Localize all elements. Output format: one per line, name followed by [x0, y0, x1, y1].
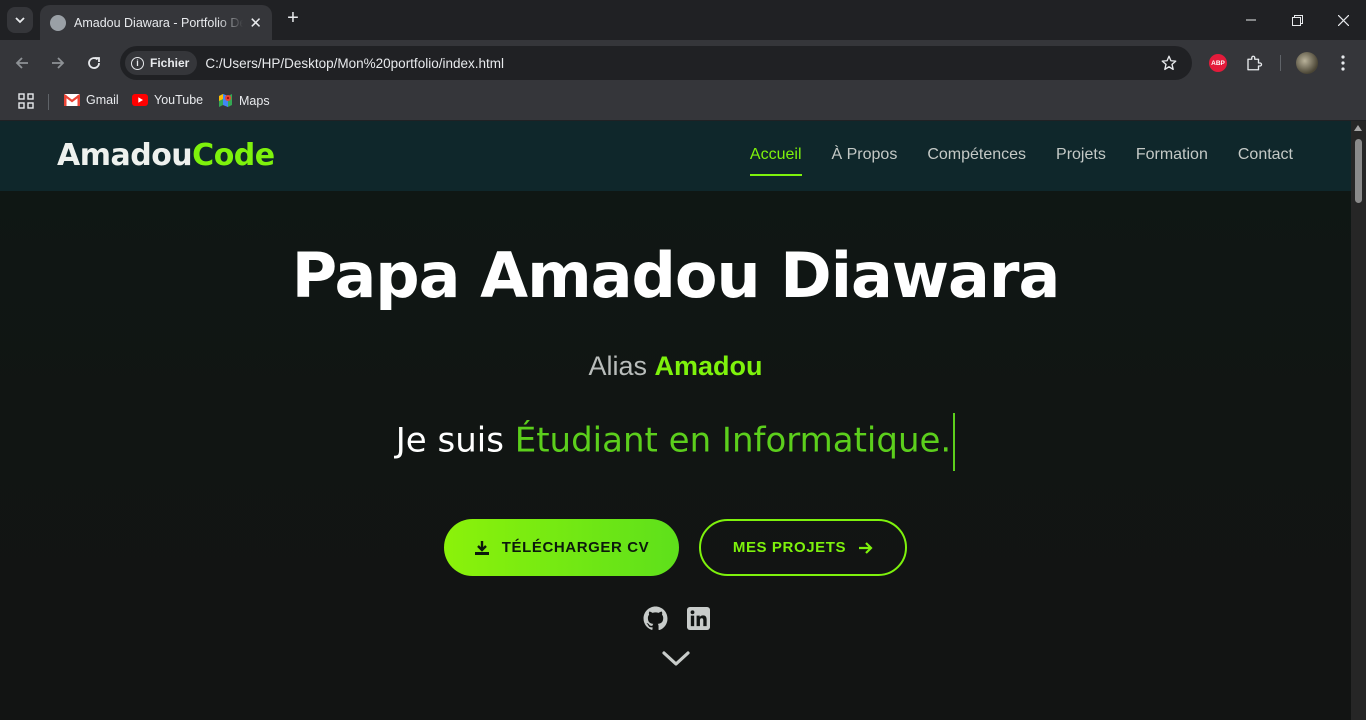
site-info-chip[interactable]: i Fichier: [125, 51, 198, 75]
main-nav: Accueil À Propos Compétences Projets For…: [720, 146, 1293, 176]
extensions-button[interactable]: [1242, 51, 1266, 75]
site-logo[interactable]: AmadouCode: [57, 138, 275, 173]
url-text[interactable]: C:/Users/HP/Desktop/Mon%20portfolio/inde…: [205, 56, 504, 71]
gmail-icon: [64, 94, 80, 106]
reload-icon: [88, 57, 100, 69]
typing-cursor: [953, 413, 956, 471]
bookmark-label: YouTube: [154, 93, 204, 107]
nav-link-a-propos[interactable]: À Propos: [832, 146, 898, 176]
github-link[interactable]: [642, 605, 668, 631]
alias-prefix: Alias: [588, 351, 647, 381]
more-vertical-icon: [1341, 55, 1345, 71]
alias-name: Amadou: [654, 351, 763, 381]
puzzle-icon: [1247, 55, 1263, 71]
arrow-left-icon: [15, 57, 28, 69]
chevron-down-icon: [15, 17, 25, 24]
browser-tab[interactable]: Amadou Diawara - Portfolio Dé ✕: [40, 5, 272, 40]
typing-text: Étudiant en Informatique.: [514, 420, 952, 461]
typing-prefix: Je suis: [395, 420, 504, 461]
tab-strip: Amadou Diawara - Portfolio Dé ✕ +: [0, 0, 1366, 40]
site-header: AmadouCode Accueil À Propos Compétences …: [0, 121, 1351, 191]
scroll-up-arrow-icon[interactable]: [1354, 125, 1362, 131]
nav-link-accueil[interactable]: Accueil: [749, 146, 802, 176]
adblock-extension-button[interactable]: ABP: [1206, 51, 1230, 75]
forward-button[interactable]: [46, 51, 70, 75]
minimize-button[interactable]: [1228, 0, 1274, 40]
close-tab-icon[interactable]: ✕: [249, 14, 262, 32]
linkedin-icon: [686, 606, 710, 630]
bookmark-label: Gmail: [86, 93, 119, 107]
restore-icon: [1291, 14, 1303, 26]
logo-main: Amadou: [57, 138, 193, 173]
nav-link-formation[interactable]: Formation: [1136, 146, 1208, 176]
reload-button[interactable]: [82, 51, 106, 75]
toolbar-divider: [1280, 55, 1281, 71]
arrow-right-icon: [52, 57, 65, 69]
bookmark-label: Maps: [239, 93, 270, 108]
scrollbar-thumb[interactable]: [1355, 139, 1362, 203]
avatar: [1296, 52, 1318, 74]
maps-icon: [218, 93, 233, 108]
star-icon: [1161, 55, 1177, 71]
nav-link-competences[interactable]: Compétences: [927, 146, 1026, 176]
hero-section: Papa Amadou Diawara Alias Amadou Je suis…: [0, 191, 1351, 720]
address-bar[interactable]: i Fichier C:/Users/HP/Desktop/Mon%20port…: [120, 46, 1192, 80]
site-info-label: Fichier: [150, 56, 190, 70]
download-icon: [474, 540, 490, 556]
page-scrollbar[interactable]: [1351, 121, 1366, 720]
tab-title: Amadou Diawara - Portfolio Dé: [74, 15, 244, 30]
bookmark-maps[interactable]: Maps: [218, 93, 270, 108]
new-tab-button[interactable]: +: [282, 8, 304, 30]
download-cv-button[interactable]: TÉLÉCHARGER CV: [444, 519, 679, 576]
close-window-button[interactable]: [1320, 0, 1366, 40]
apps-grid-icon: [18, 93, 34, 109]
my-projects-button[interactable]: MES PROJETS: [699, 519, 907, 576]
profile-button[interactable]: [1295, 51, 1319, 75]
info-icon: i: [131, 56, 144, 70]
minimize-icon: [1246, 19, 1256, 21]
tab-search-button[interactable]: [7, 7, 33, 33]
nav-link-contact[interactable]: Contact: [1238, 146, 1293, 176]
my-projects-label: MES PROJETS: [732, 539, 847, 556]
youtube-icon: [132, 94, 148, 106]
back-button[interactable]: [10, 51, 34, 75]
bookmark-divider: [48, 94, 49, 110]
download-cv-label: TÉLÉCHARGER CV: [501, 539, 650, 556]
apps-button[interactable]: [18, 93, 34, 109]
bookmark-youtube[interactable]: YouTube: [132, 93, 203, 107]
github-icon: [643, 606, 667, 630]
menu-button[interactable]: [1331, 51, 1355, 75]
logo-accent: Code: [192, 138, 275, 173]
chevron-down-icon: [662, 651, 690, 666]
close-icon: [1337, 14, 1349, 26]
page-viewport: AmadouCode Accueil À Propos Compétences …: [0, 121, 1366, 720]
arrow-right-icon: [858, 541, 873, 555]
bookmarks-bar: Gmail YouTube Maps: [0, 86, 1366, 121]
browser-toolbar: i Fichier C:/Users/HP/Desktop/Mon%20port…: [0, 40, 1366, 86]
hero-typing-line: Je suis Étudiant en Informatique.: [0, 413, 1351, 471]
restore-button[interactable]: [1274, 0, 1320, 40]
globe-icon: [50, 14, 66, 31]
adblock-icon: ABP: [1209, 54, 1227, 72]
linkedin-link[interactable]: [685, 605, 711, 631]
bookmark-star-button[interactable]: [1160, 54, 1178, 77]
hero-title: Papa Amadou Diawara: [291, 239, 1061, 312]
hero-alias: Alias Amadou: [0, 351, 1351, 382]
nav-link-projets[interactable]: Projets: [1056, 146, 1106, 176]
scroll-down-button[interactable]: [661, 649, 691, 674]
bookmark-gmail[interactable]: Gmail: [64, 93, 119, 107]
